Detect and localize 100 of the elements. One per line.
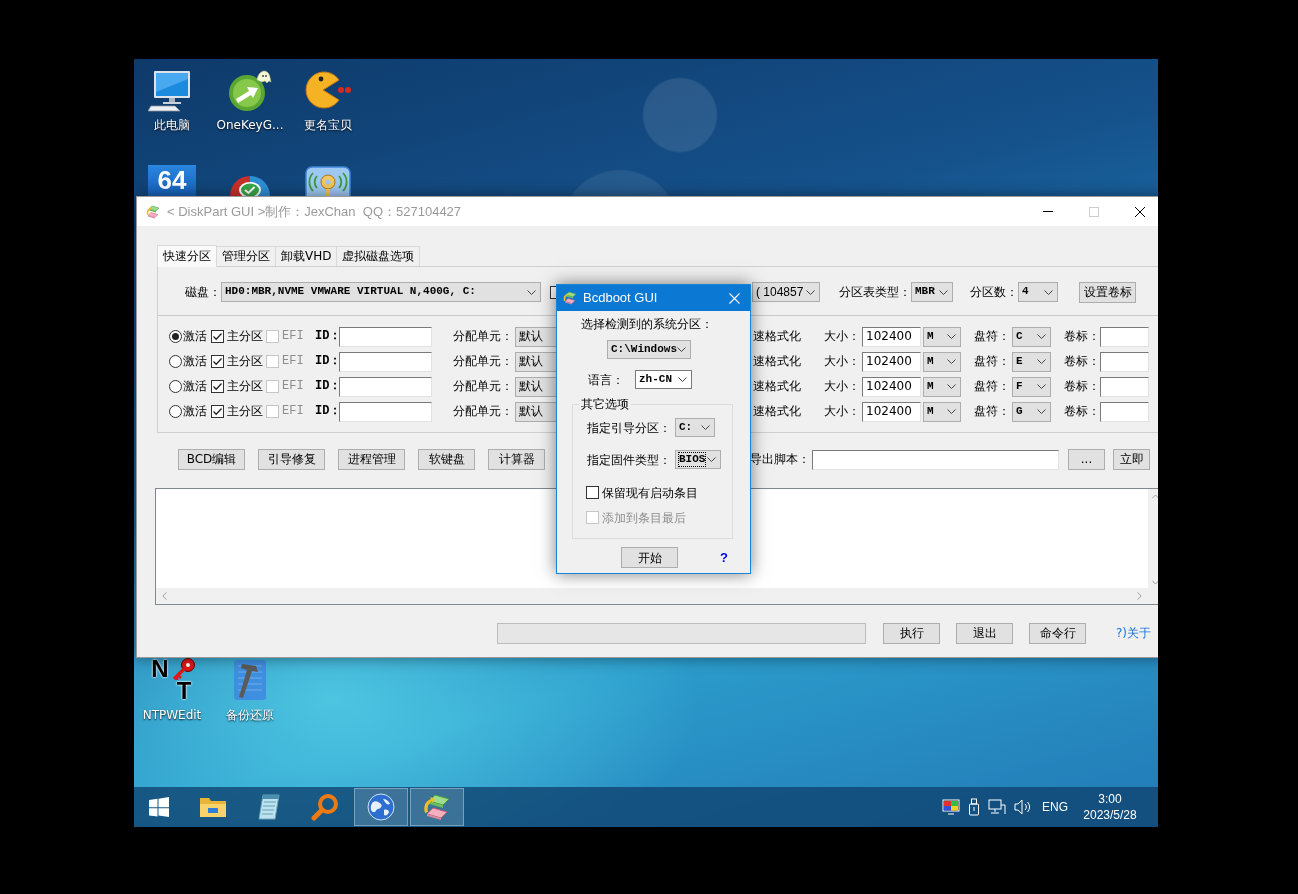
dropdown[interactable]: C:\Windows (607, 340, 691, 360)
horizontal-scrollbar[interactable] (156, 588, 1148, 604)
text-field[interactable]: 102400 (862, 401, 921, 422)
clock-date[interactable]: 2023/5/28 (1083, 807, 1137, 823)
text-field[interactable] (1100, 351, 1149, 372)
checkbox-label[interactable]: 速格式化 (753, 354, 801, 369)
key-signal-icon[interactable] (304, 165, 352, 196)
desktop-icon-label[interactable]: 更名宝贝 (304, 118, 352, 133)
exit-button[interactable]: 退出 (956, 622, 1013, 644)
text-field[interactable]: 102400 (862, 376, 921, 397)
text-field[interactable] (339, 401, 432, 422)
notepad-icon[interactable] (256, 793, 282, 821)
network-icon[interactable] (988, 799, 1006, 815)
checkbox[interactable] (211, 380, 224, 393)
folder-icon[interactable] (199, 795, 227, 819)
key-icon[interactable] (172, 658, 196, 680)
tool-button[interactable]: 引导修复 (258, 449, 325, 470)
taskbar-button[interactable] (354, 788, 408, 826)
text-field[interactable] (1100, 326, 1149, 347)
checkbox[interactable] (586, 486, 599, 500)
dropdown[interactable]: 4 (1018, 282, 1058, 302)
dropdown[interactable]: M (923, 376, 961, 397)
checkbox-label[interactable]: 主分区 (227, 354, 263, 369)
radio-button[interactable] (169, 405, 182, 418)
checkbox-label[interactable]: 速格式化 (753, 404, 801, 419)
dropdown[interactable]: BIOS (675, 450, 721, 470)
checkbox[interactable] (211, 405, 224, 418)
radio-button[interactable] (169, 355, 182, 368)
dropdown[interactable]: M (923, 351, 961, 372)
dropdown[interactable]: 默认 (515, 351, 557, 372)
checkbox-label[interactable]: 速格式化 (753, 329, 801, 344)
checkbox-label[interactable]: 主分区 (227, 329, 263, 344)
icon-letter[interactable]: N (148, 658, 172, 680)
text-field[interactable] (339, 326, 432, 347)
tool-button[interactable]: 进程管理 (338, 449, 405, 470)
volume-icon[interactable] (1014, 799, 1032, 815)
clock-time[interactable]: 3:00 (1098, 791, 1122, 807)
tool-button[interactable]: 软键盘 (418, 449, 475, 470)
checkbox-label[interactable]: 速格式化 (753, 379, 801, 394)
search-icon[interactable] (311, 793, 339, 821)
about-link[interactable]: ?)关于 (1116, 625, 1152, 641)
checkbox[interactable] (211, 355, 224, 368)
pacman-icon[interactable] (304, 68, 352, 112)
icon-letter[interactable]: T (172, 680, 196, 702)
dropdown[interactable]: G (1012, 401, 1051, 422)
dropdown[interactable]: M (923, 326, 961, 347)
dropdown[interactable]: zh-CN (635, 370, 692, 390)
browse-button[interactable]: ... (1068, 449, 1105, 470)
set-label-button[interactable]: 设置卷标 (1079, 281, 1136, 303)
field-label: ID： (315, 379, 339, 394)
tab[interactable]: 虚拟磁盘选项 (336, 246, 421, 266)
text-field[interactable] (1100, 376, 1149, 397)
checkbox-label[interactable]: 保留现有启动条目 (602, 485, 698, 501)
radio-button[interactable] (169, 330, 182, 343)
scroll-left-icon[interactable] (162, 592, 167, 600)
tool-button[interactable]: 计算器 (488, 449, 545, 470)
radio-label[interactable]: 激活 (183, 354, 207, 369)
checkbox-label[interactable]: 主分区 (227, 404, 263, 419)
windows-logo-icon[interactable] (149, 797, 169, 817)
scroll-right-icon[interactable] (1137, 592, 1142, 600)
dropdown[interactable]: C: (675, 418, 715, 438)
dropdown[interactable]: MBR (911, 282, 953, 302)
language-indicator[interactable]: ENG (1042, 799, 1068, 815)
command-line-button[interactable]: 命令行 (1029, 622, 1086, 644)
help-link[interactable]: ? (720, 550, 728, 566)
radio-label[interactable]: 激活 (183, 329, 207, 344)
text-field[interactable]: 102400 (862, 351, 921, 372)
chevron-down-icon (678, 377, 687, 383)
dropdown[interactable]: 默认 (515, 401, 557, 422)
radio-label[interactable]: 激活 (183, 404, 207, 419)
dropdown[interactable]: M (923, 401, 961, 422)
tab[interactable]: 快速分区 (157, 245, 217, 267)
text-field[interactable] (339, 376, 432, 397)
dropdown[interactable]: 默认 (515, 326, 557, 347)
text-field[interactable] (339, 351, 432, 372)
run-now-button[interactable]: 立即 (1113, 449, 1150, 470)
checkbox-label[interactable]: 主分区 (227, 379, 263, 394)
taskbar-button[interactable] (410, 788, 464, 826)
globe-icon[interactable] (367, 793, 395, 821)
radio-button[interactable] (169, 380, 182, 393)
dropdown[interactable]: E (1012, 351, 1051, 372)
desktop-icon-label[interactable]: 此电脑 (154, 118, 190, 133)
app-tile[interactable]: 64 (148, 165, 196, 196)
radio-label[interactable]: 激活 (183, 379, 207, 394)
execute-button[interactable]: 执行 (883, 622, 940, 644)
usb-drive-icon[interactable] (968, 798, 980, 816)
dropdown[interactable]: ( 104857 (752, 282, 820, 302)
start-button[interactable]: 开始 (621, 547, 678, 569)
text-field[interactable] (1100, 401, 1149, 422)
disc-arrow-icon[interactable] (226, 68, 274, 112)
dropdown[interactable]: HD0:MBR,NVME VMWARE VIRTUAL N,400G, C: (221, 282, 541, 302)
dropdown[interactable]: F (1012, 376, 1051, 397)
checkbox[interactable] (211, 330, 224, 343)
dropdown[interactable]: C (1012, 326, 1051, 347)
desktop-icon-label[interactable]: OneKeyG... (216, 118, 284, 133)
dropdown[interactable]: 默认 (515, 376, 557, 397)
tool-button[interactable]: BCD编辑 (178, 449, 245, 470)
text-field[interactable]: 102400 (862, 326, 921, 347)
text-field[interactable] (812, 449, 1059, 470)
display-icon[interactable] (942, 799, 960, 815)
